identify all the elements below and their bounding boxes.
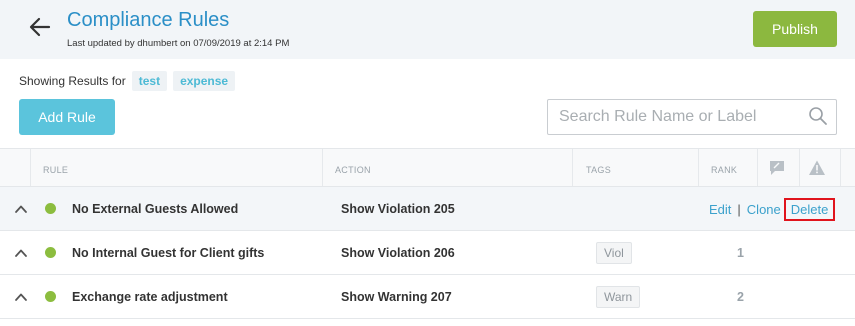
column-divider xyxy=(698,149,699,186)
table-row[interactable]: No Internal Guest for Client gifts Show … xyxy=(0,231,855,275)
chevron-up-icon[interactable] xyxy=(14,290,28,304)
search-input[interactable] xyxy=(548,100,803,134)
table-row xyxy=(0,319,855,325)
table-header: RULE ACTION TAGS RANK xyxy=(0,148,855,187)
filter-chip-test[interactable]: test xyxy=(131,71,168,91)
column-header-rank[interactable]: RANK xyxy=(711,149,737,186)
search-box xyxy=(547,99,837,135)
rule-action: Show Violation 205 xyxy=(341,202,455,216)
rank-value: 1 xyxy=(737,246,744,260)
add-rule-button[interactable]: Add Rule xyxy=(19,99,115,135)
showing-label: Showing Results for xyxy=(19,74,126,88)
rule-name[interactable]: No External Guests Allowed xyxy=(72,187,238,231)
column-header-tags[interactable]: TAGS xyxy=(586,149,611,186)
table-row[interactable]: Exchange rate adjustment Show Warning 20… xyxy=(0,275,855,319)
rule-action: Show Warning 207 xyxy=(341,290,452,304)
rule-name[interactable]: Exchange rate adjustment xyxy=(72,275,228,319)
results-filter-summary: Showing Results for test expense xyxy=(19,71,236,91)
status-dot xyxy=(45,291,56,302)
column-divider xyxy=(572,149,573,186)
tag-badge: Warn xyxy=(596,286,641,308)
separator: | xyxy=(737,201,741,217)
rules-table: RULE ACTION TAGS RANK No External Guests… xyxy=(0,148,855,325)
status-dot xyxy=(45,203,56,214)
clone-link[interactable]: Clone xyxy=(747,202,781,217)
table-row[interactable]: No External Guests Allowed Show Violatio… xyxy=(0,187,855,231)
column-divider xyxy=(840,149,841,186)
column-divider xyxy=(757,149,758,186)
delete-link[interactable]: Delete xyxy=(783,197,836,221)
tag-badge: Viol xyxy=(596,242,632,264)
rule-name[interactable]: No Internal Guest for Client gifts xyxy=(72,231,264,275)
chevron-up-icon[interactable] xyxy=(14,246,28,260)
column-header-rule[interactable]: RULE xyxy=(43,149,68,186)
filter-chip-expense[interactable]: expense xyxy=(173,71,236,91)
column-divider xyxy=(322,149,323,186)
page-title: Compliance Rules xyxy=(67,9,230,31)
rank-value: 2 xyxy=(737,290,744,304)
last-updated-text: Last updated by dhumbert on 07/09/2019 a… xyxy=(67,38,290,49)
comment-icon[interactable] xyxy=(768,159,786,177)
row-actions: Edit | Clone Delete xyxy=(709,187,836,231)
column-header-action[interactable]: ACTION xyxy=(335,149,371,186)
arrow-left-icon[interactable] xyxy=(27,14,53,40)
chevron-up-icon[interactable] xyxy=(14,202,28,216)
column-divider xyxy=(30,149,31,186)
status-dot xyxy=(45,247,56,258)
rule-action: Show Violation 206 xyxy=(341,246,455,260)
publish-button[interactable]: Publish xyxy=(753,11,837,47)
search-icon[interactable] xyxy=(808,106,828,126)
warning-icon[interactable] xyxy=(808,159,826,177)
edit-link[interactable]: Edit xyxy=(709,202,731,217)
column-divider xyxy=(799,149,800,186)
page-header: Compliance Rules Last updated by dhumber… xyxy=(0,0,855,59)
